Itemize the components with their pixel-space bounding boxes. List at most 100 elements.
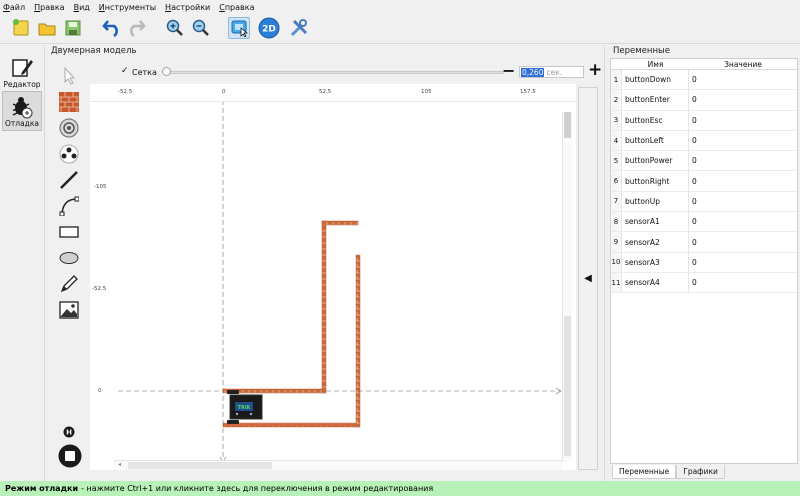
variable-row[interactable]: 5 buttonPower 0	[611, 151, 797, 172]
redo-icon[interactable]	[126, 17, 148, 39]
view-2d-icon[interactable]: 2D	[258, 17, 280, 39]
variable-row[interactable]: 4 buttonLeft 0	[611, 130, 797, 152]
menu-tools[interactable]: Инструменты	[99, 3, 156, 12]
row-index: 4	[611, 130, 622, 151]
row-index: 5	[611, 151, 622, 171]
image-icon[interactable]	[58, 299, 80, 321]
scene-horizontal-scrollbar[interactable]: ◂	[114, 460, 562, 470]
scene-vertical-scrollbar[interactable]	[562, 112, 572, 462]
variable-row[interactable]: 11 sensorA4 0	[611, 272, 797, 294]
run-mode-icon[interactable]	[228, 17, 250, 39]
variable-row[interactable]: 8 sensorA1 0	[611, 212, 797, 233]
row-index: 2	[611, 90, 622, 110]
cursor-icon[interactable]	[58, 65, 80, 87]
variable-row[interactable]: 2 buttonEnter 0	[611, 90, 797, 111]
stop-icon[interactable]	[58, 444, 82, 468]
horizontal-ruler: -52.5 0 52.5 105 157.5	[90, 84, 576, 102]
variable-name: buttonRight	[622, 171, 689, 191]
wall-segment[interactable]	[321, 220, 359, 226]
menu-file[interactable]: Файл	[3, 3, 25, 12]
time-plus-button[interactable]: +	[588, 60, 602, 80]
variables-title: Переменные	[613, 46, 670, 56]
wall-segment[interactable]	[321, 220, 327, 394]
zoom-out-icon[interactable]	[190, 17, 212, 39]
menu-bar: Файл Правка Вид Инструменты Настройки Сп…	[0, 0, 800, 14]
column-name-header[interactable]: Имя	[622, 59, 689, 69]
variable-value: 0	[692, 136, 697, 146]
debug-mode-button[interactable]: Отладка	[2, 91, 42, 131]
status-bar[interactable]: Режим отладки - нажмите Ctrl+1 или кликн…	[0, 481, 800, 496]
row-index: 7	[611, 191, 622, 212]
variable-name: buttonDown	[622, 70, 689, 90]
variable-name: sensorA4	[622, 272, 689, 293]
time-value: 0,260	[521, 67, 545, 77]
bottom-tabs: Переменные Графики	[612, 465, 725, 479]
variable-name: sensorA1	[622, 212, 689, 232]
variable-value: 0	[692, 115, 697, 125]
variable-row[interactable]: 9 sensorA2 0	[611, 232, 797, 253]
grid-label: Сетка	[132, 68, 157, 77]
variable-name: buttonLeft	[622, 130, 689, 151]
walls-layer: TRIK	[222, 220, 361, 428]
wall-segment[interactable]	[222, 422, 360, 428]
bug-icon	[12, 97, 33, 119]
menu-view[interactable]: Вид	[74, 3, 90, 12]
time-field[interactable]: 0,260 сек.	[519, 66, 584, 78]
vertical-ruler: -105 -52.5 0	[90, 102, 114, 470]
collapse-panel-button[interactable]: ◀	[578, 87, 598, 470]
reset-robot-icon[interactable]: H	[58, 421, 80, 443]
line-icon[interactable]	[58, 169, 80, 191]
editor-mode-button[interactable]: Редактор	[2, 51, 42, 91]
rectangle-icon[interactable]	[58, 221, 80, 243]
editor-pencil-icon	[12, 59, 33, 77]
settings-tools-icon[interactable]	[288, 17, 310, 39]
bezier-icon[interactable]	[58, 195, 80, 217]
debug-mode-label: Отладка	[5, 119, 39, 128]
variable-value: 0	[692, 237, 697, 247]
variable-value: 0	[692, 257, 697, 267]
wall-segment[interactable]	[355, 254, 361, 428]
variable-name: buttonEsc	[622, 110, 689, 130]
variables-body: 1 buttonDown 0 2 buttonEnter 0 3 buttonEsc 0 4 but…	[611, 70, 797, 294]
variable-row[interactable]: 1 buttonDown 0	[611, 70, 797, 91]
variable-value: 0	[692, 75, 697, 85]
chevron-left-icon: ◀	[584, 273, 592, 284]
undo-icon[interactable]	[100, 17, 122, 39]
variable-row[interactable]: 7 buttonUp 0	[611, 191, 797, 213]
row-index: 8	[611, 212, 622, 232]
save-icon[interactable]	[62, 17, 84, 39]
skittle-icon[interactable]	[58, 117, 80, 139]
svg-text:2D: 2D	[262, 25, 276, 35]
tab-variables[interactable]: Переменные	[612, 465, 677, 479]
panel-splitter[interactable]	[604, 45, 605, 481]
menu-help[interactable]: Справка	[219, 3, 254, 12]
new-file-icon[interactable]	[10, 17, 32, 39]
grid-checkbox[interactable]: ✓	[121, 66, 129, 76]
pencil-icon[interactable]	[58, 273, 80, 295]
variable-name: sensorA2	[622, 232, 689, 252]
variable-name: buttonPower	[622, 151, 689, 171]
open-folder-icon[interactable]	[36, 17, 58, 39]
variable-name: buttonEnter	[622, 90, 689, 110]
trik-robot[interactable]: TRIK	[227, 390, 263, 424]
ellipse-icon[interactable]	[58, 247, 80, 269]
variable-row[interactable]: 10 sensorA3 0	[611, 252, 797, 273]
column-value-header[interactable]: Значение	[689, 59, 797, 69]
variable-row[interactable]: 6 buttonRight 0	[611, 171, 797, 192]
menu-edit[interactable]: Правка	[34, 3, 64, 12]
ball-icon[interactable]	[58, 143, 80, 165]
menu-settings[interactable]: Настройки	[165, 3, 210, 12]
status-mode: Режим отладки	[5, 484, 79, 493]
slider-handle[interactable]	[162, 67, 171, 76]
variables-header: Имя Значение	[611, 59, 797, 70]
variable-row[interactable]: 3 buttonEsc 0	[611, 110, 797, 131]
scene-title: Двумерная модель	[51, 46, 137, 56]
tab-graphs[interactable]: Графики	[676, 465, 725, 479]
time-unit: сек.	[546, 67, 563, 77]
time-minus-button[interactable]: −	[502, 61, 515, 80]
variable-value: 0	[692, 156, 697, 166]
variable-value: 0	[692, 196, 697, 206]
grid-size-slider[interactable]	[166, 71, 504, 74]
zoom-in-icon[interactable]	[164, 17, 186, 39]
wall-icon[interactable]	[58, 91, 80, 113]
